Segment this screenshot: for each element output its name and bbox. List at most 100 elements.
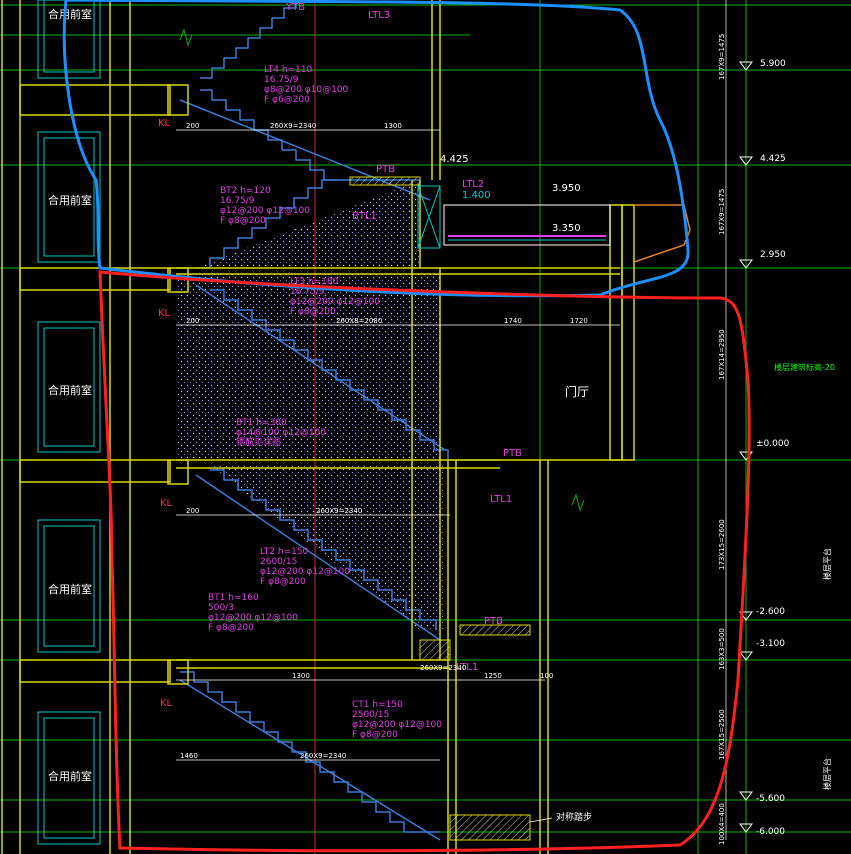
svg-text:±0.000: ±0.000 [756,439,790,449]
svg-text:4.425: 4.425 [760,154,786,164]
canopy-edge [633,204,691,263]
svg-text:LT2 h=150: LT2 h=150 [260,547,309,557]
svg-text:F φ6@200: F φ6@200 [264,95,310,105]
note-lt4: LT4 h=110 16.75/9 φ8@200 φ10@100 F φ6@20… [264,65,349,105]
elev-2950: 2.950 [739,250,786,269]
label-btl1: BTL1 [352,211,377,222]
svg-text:楼层平台: 楼层平台 [822,548,832,580]
svg-text:1460: 1460 [180,752,198,760]
svg-text:BT1 h=300: BT1 h=300 [236,418,287,428]
svg-text:φ14@100 φ12@100: φ14@100 φ12@100 [236,428,326,438]
svg-text:200: 200 [186,507,199,515]
room-label-4: 合用前室 [48,582,92,596]
svg-text:260X9=2340: 260X9=2340 [300,752,346,760]
inner-level-3950: 3.950 [552,183,581,194]
svg-text:-5.600: -5.600 [756,794,785,804]
svg-text:φ12@200 φ12@100: φ12@200 φ12@100 [260,567,350,577]
svg-text:100X4=400: 100X4=400 [718,803,726,845]
left-wall-column [1,0,171,854]
elev-m5600: -5.600 [739,791,785,804]
svg-text:φ12@200 φ12@100: φ12@200 φ12@100 [352,720,442,730]
svg-text:167X14=2950: 167X14=2950 [718,329,726,380]
room-labels: 合用前室 合用前室 合用前室 合用前室 合用前室 [48,7,92,783]
elev-m6000: -6.000 [739,823,785,837]
svg-text:167X9=1475: 167X9=1475 [718,34,726,80]
elev-m2600: -2.600 [739,607,785,621]
svg-text:1300: 1300 [384,122,402,130]
svg-text:260X9=2340: 260X9=2340 [420,664,466,672]
svg-text:1720: 1720 [570,317,588,325]
svg-text:F φ8@200: F φ8@200 [352,730,398,740]
note-bt2: BT2 h=120 16.75/9 φ12@200 φ12@100 F φ8@2… [220,186,310,226]
svg-text:200: 200 [186,122,199,130]
svg-text:φ8@200 φ10@100: φ8@200 φ10@100 [264,85,349,95]
svg-text:楼层平台: 楼层平台 [822,758,832,790]
svg-text:φ12@200 φ12@100: φ12@200 φ12@100 [290,297,380,307]
label-kl-4: KL [160,698,173,709]
svg-text:163X3=500: 163X3=500 [718,628,726,670]
hall-label: 门厅 [565,384,589,399]
room-boxes [37,0,101,845]
label-kl-2: KL [158,308,171,319]
svg-text:2.950: 2.950 [760,250,786,260]
svg-text:LT4 h=110: LT4 h=110 [264,65,313,75]
svg-text:167X15=2500: 167X15=2500 [718,709,726,760]
svg-text:钢筋见详图: 钢筋见详图 [236,436,281,448]
canopy [443,204,611,246]
room-label-3: 合用前室 [48,383,92,397]
elevation-markers: 5.900 4.425 2.950 ±0.000 -2.600 -3.100 -… [739,59,790,837]
svg-text:φ12@200 φ12@100: φ12@200 φ12@100 [208,613,298,623]
room-label-5: 合用前室 [48,769,92,783]
inner-level-1400: 1.400 [462,190,491,201]
svg-text:F φ8@200: F φ8@200 [208,623,254,633]
label-kl-1: KL [158,118,171,129]
svg-text:-6.000: -6.000 [756,827,785,837]
svg-text:167X9=1475: 167X9=1475 [718,189,726,235]
svg-text:173X15=2600: 173X15=2600 [718,519,726,570]
svg-text:2500/15: 2500/15 [352,710,389,720]
elev-5900: 5.900 [739,59,786,71]
ltl2-box [417,185,441,249]
svg-text:1300: 1300 [292,672,310,680]
inner-level-4425: 4.425 [440,154,469,165]
svg-text:-2.600: -2.600 [756,607,785,617]
room-label-1: 合用前室 [48,7,92,21]
svg-text:CT1 h=150: CT1 h=150 [352,700,403,710]
label-ptb-mid: PTB [503,448,522,459]
note-bt1: BT1 h=160 500/3 φ12@200 φ12@100 F φ8@200 [208,593,298,633]
label-kl-3: KL [160,498,173,509]
svg-text:1740: 1740 [504,317,522,325]
right-notes: 楼层建筑标高-20 楼层平台 楼层平台 [774,362,835,790]
svg-text:φ12@200 φ12@100: φ12@200 φ12@100 [220,206,310,216]
svg-text:F φ8@200: F φ8@200 [220,216,266,226]
room-label-2: 合用前室 [48,193,92,207]
svg-text:2600/15: 2600/15 [260,557,297,567]
svg-text:BT2 h=120: BT2 h=120 [220,186,271,196]
svg-text:BT1 h=160: BT1 h=160 [208,593,259,603]
svg-text:260X9=2340: 260X9=2340 [270,122,316,130]
stair-section-drawing: 合用前室 合用前室 合用前室 合用前室 合用前室 4.425 3.950 3.3… [0,0,851,854]
inner-levels: 4.425 3.950 3.350 1.400 [440,154,581,234]
svg-text:F φ8@200: F φ8@200 [290,307,336,317]
svg-text:-3.100: -3.100 [756,639,785,649]
svg-text:1250: 1250 [484,672,502,680]
label-ptb-upper: PTB [376,164,395,175]
label-ltl2: LTL2 [462,179,484,190]
svg-text:F φ8@200: F φ8@200 [260,577,306,587]
grid-lines-vertical [539,0,747,854]
elev-m3100: -3.100 [739,639,785,661]
svg-text:500/3: 500/3 [208,603,234,613]
label-ytb: YTB [285,2,305,13]
inner-level-3350: 3.350 [552,223,581,234]
svg-text:5.900: 5.900 [760,59,786,69]
svg-text:16.75/9: 16.75/9 [264,75,299,85]
svg-text:260X8=2080: 260X8=2080 [336,317,382,325]
note-ct1: CT1 h=150 2500/15 φ12@200 φ12@100 F φ8@2… [352,700,442,740]
svg-text:100: 100 [540,672,553,680]
side-dimensions: 167X9=1475 167X9=1475 167X14=2950 173X15… [718,0,727,845]
label-ltl1-mid: LTL1 [490,494,512,505]
elev-4425: 4.425 [739,154,786,166]
svg-text:16.75/9: 16.75/9 [220,196,255,206]
label-ltl3: LTL3 [368,10,390,21]
bottom-note: 对称踏步 [556,811,592,823]
